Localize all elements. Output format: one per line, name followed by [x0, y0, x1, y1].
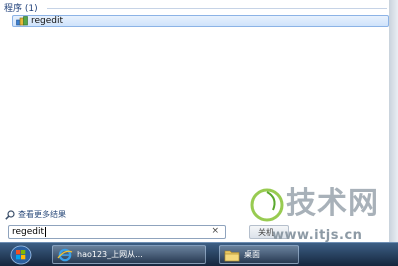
ie-icon: [57, 248, 73, 262]
site-watermark: 技术网 www.itjs.cn: [250, 184, 398, 258]
taskbar-button-label: hao123_上网从...: [77, 250, 143, 259]
windows-orb-icon: [10, 245, 32, 264]
site-logo-icon: [250, 188, 284, 222]
taskbar-button-browser[interactable]: hao123_上网从...: [52, 245, 206, 264]
search-icon: [5, 209, 15, 220]
see-more-results-link[interactable]: 查看更多结果: [5, 208, 66, 221]
watermark-title: 技术网: [286, 186, 379, 221]
programs-group-header: 程序 (1): [4, 1, 38, 14]
search-result-regedit[interactable]: regedit: [12, 15, 389, 27]
start-search-input[interactable]: regedit ×: [8, 225, 226, 239]
clear-search-button[interactable]: ×: [211, 226, 219, 236]
start-button[interactable]: [4, 244, 38, 265]
watermark-url: www.itjs.cn: [272, 228, 363, 243]
search-input-value: regedit: [12, 227, 45, 237]
folder-icon: [224, 248, 240, 262]
result-label: regedit: [31, 16, 64, 26]
text-caret: [45, 227, 47, 237]
group-divider: [47, 8, 387, 9]
see-more-results-label: 查看更多结果: [18, 210, 66, 219]
regedit-icon: [16, 16, 28, 26]
group-header-label: 程序 (1): [4, 4, 38, 14]
